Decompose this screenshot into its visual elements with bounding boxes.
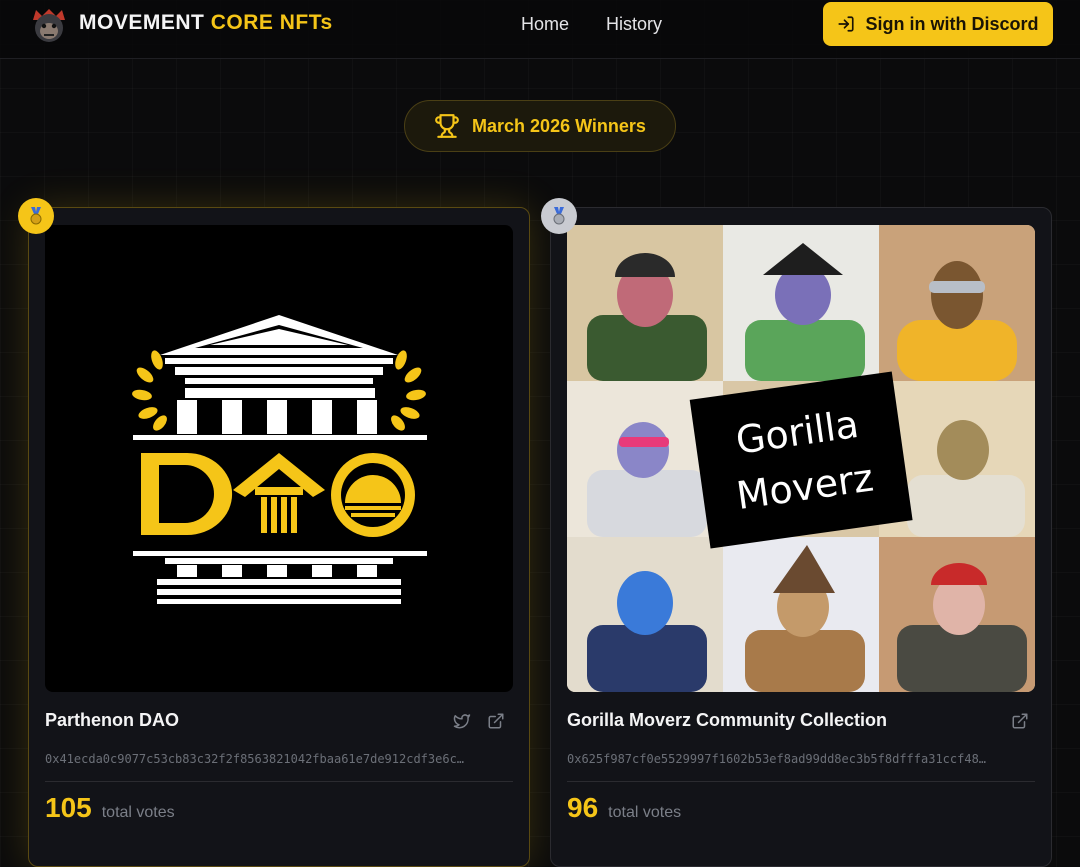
trophy-icon	[435, 114, 459, 138]
vote-number: 105	[45, 792, 92, 823]
twitter-icon[interactable]	[453, 712, 471, 730]
nav-history-link[interactable]: History	[606, 14, 662, 35]
brand-accent: CORE NFTs	[210, 11, 333, 34]
contract-address: 0x41ecda0c9077c53cb83c32f2f8563821042fba…	[45, 752, 465, 766]
sign-in-label: Sign in with Discord	[865, 13, 1039, 34]
vote-number: 96	[567, 792, 599, 823]
card-links	[1011, 712, 1029, 730]
winners-label: March 2026 Winners	[472, 115, 646, 136]
gorilla-grid-image: Gorilla Moverz	[567, 225, 1035, 692]
month-winners-badge: March 2026 Winners	[404, 100, 676, 152]
card-divider	[45, 781, 513, 782]
card-links	[453, 712, 505, 730]
login-arrow-icon	[838, 16, 855, 32]
contract-address: 0x625f987cf0e5529997f1602b53ef8ad99dd8ec…	[567, 752, 987, 766]
nav-home-link[interactable]: Home	[521, 14, 569, 35]
gold-medal-icon	[18, 198, 54, 234]
sign-in-discord-button[interactable]: Sign in with Discord	[823, 2, 1053, 46]
brand-primary: MOVEMENT	[79, 11, 205, 34]
vote-count: 105 total votes	[45, 792, 175, 824]
gorilla-logo-icon[interactable]	[30, 6, 68, 44]
vote-count: 96 total votes	[567, 792, 681, 824]
silver-medal-icon	[541, 198, 577, 234]
card-title[interactable]: Gorilla Moverz Community Collection	[567, 710, 887, 731]
winner-card-1[interactable]: Parthenon DAO 0x41ecda0c9077c53cb83c32f2…	[28, 207, 530, 867]
vote-label: total votes	[608, 804, 682, 821]
dao-logo-image	[132, 315, 427, 604]
card-title[interactable]: Parthenon DAO	[45, 710, 179, 731]
top-navigation-bar: MOVEMENT CORE NFTs Home History Sign in …	[0, 0, 1080, 59]
brand-title[interactable]: MOVEMENT CORE NFTs	[79, 11, 333, 35]
parthenon-dao-artwork[interactable]	[45, 225, 513, 692]
winner-card-2[interactable]: Gorilla Moverz Gorilla Moverz Community …	[550, 207, 1052, 867]
external-link-icon[interactable]	[487, 712, 505, 730]
external-link-icon[interactable]	[1011, 712, 1029, 730]
card-divider	[567, 781, 1035, 782]
gorilla-moverz-artwork[interactable]: Gorilla Moverz	[567, 225, 1035, 692]
vote-label: total votes	[101, 804, 175, 821]
